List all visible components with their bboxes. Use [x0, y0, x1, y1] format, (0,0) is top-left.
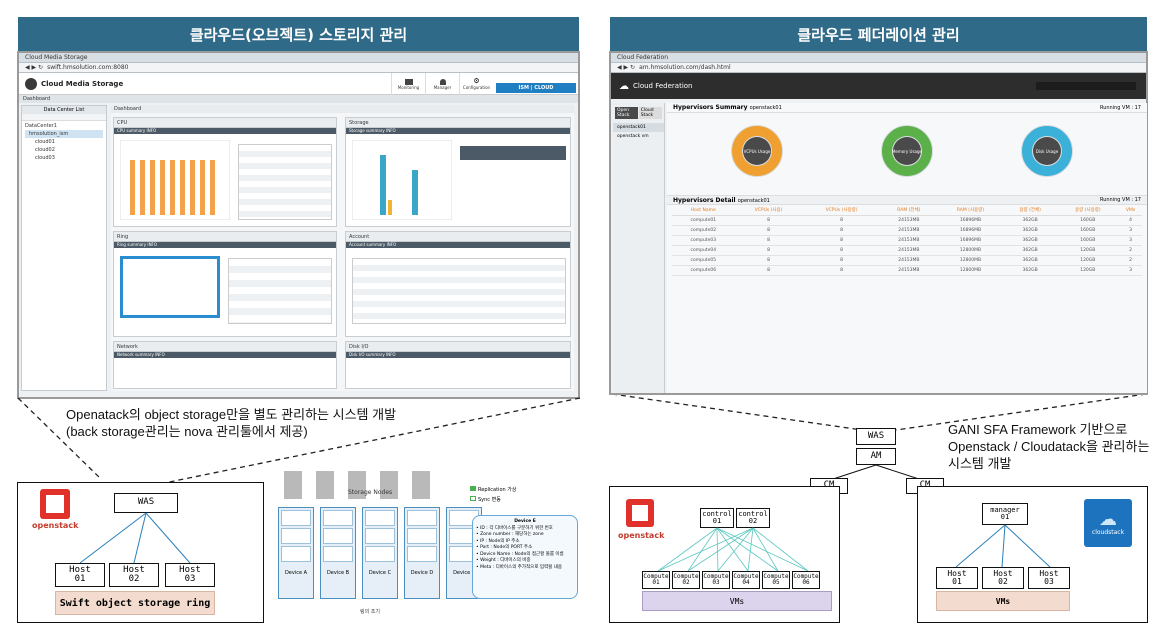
- compute-node: Compute 03: [702, 571, 730, 589]
- host-node: Host 03: [1028, 567, 1070, 589]
- host-node: Host 02: [982, 567, 1024, 589]
- vms-bar-right: VMs: [936, 591, 1070, 611]
- compute-node: Compute 04: [732, 571, 760, 589]
- host-node: Host 01: [936, 567, 978, 589]
- compute-node: Compute 05: [762, 571, 790, 589]
- compute-node: Compute 06: [792, 571, 820, 589]
- cloud-icon: ☁: [1099, 508, 1117, 530]
- cloudstack-logo-text: cloudstack: [1091, 528, 1125, 536]
- openstack-cluster-box: openstack control 01 control 02 Compute …: [609, 486, 840, 623]
- cloudstack-cluster-box: manager 01 Host 01 Host 02 Host 03 VMs ☁…: [917, 486, 1148, 623]
- compute-node: Compute 01: [642, 571, 670, 589]
- vms-bar-left: VMs: [642, 591, 832, 611]
- cloudstack-logo: ☁ cloudstack: [1084, 499, 1132, 547]
- compute-row: Compute 01 Compute 02 Compute 03 Compute…: [642, 571, 820, 589]
- compute-node: Compute 02: [672, 571, 700, 589]
